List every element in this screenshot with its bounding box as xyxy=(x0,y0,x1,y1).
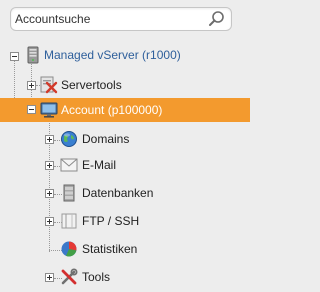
tree-node-label: Account (p100000) xyxy=(61,103,163,117)
tree-node-label: FTP / SSH xyxy=(82,214,140,228)
tree-node-label: Servertools xyxy=(61,78,122,92)
search-icon[interactable] xyxy=(208,10,226,28)
globe-icon xyxy=(61,131,77,147)
tree-node-label: Datenbanken xyxy=(82,186,154,200)
tree-node-label: Managed vServer (r1000) xyxy=(44,48,181,62)
collapse-toggle[interactable] xyxy=(27,105,36,114)
expand-toggle[interactable] xyxy=(45,273,54,282)
expand-toggle[interactable] xyxy=(45,217,54,226)
account-search xyxy=(10,7,232,31)
servertools-icon xyxy=(40,76,58,94)
tree-node-label: Domains xyxy=(82,132,130,146)
collapse-toggle[interactable] xyxy=(10,52,19,61)
tree-node-datenbanken[interactable]: Datenbanken xyxy=(60,182,180,204)
account-search-input[interactable] xyxy=(15,10,205,28)
tree-node-label: Tools xyxy=(82,270,111,284)
tree-node-ftp-ssh[interactable]: FTP / SSH xyxy=(60,210,180,232)
folder-icon xyxy=(61,213,77,229)
tools-icon xyxy=(61,268,78,285)
tree-node-statistiken[interactable]: Statistiken xyxy=(60,238,180,260)
expand-toggle[interactable] xyxy=(45,161,54,170)
pie-chart-icon xyxy=(61,241,77,257)
monitor-icon xyxy=(40,102,58,118)
server-icon xyxy=(27,46,39,64)
expand-toggle[interactable] xyxy=(27,81,36,90)
tree-line xyxy=(14,60,15,98)
tree-node-managed-vserver[interactable]: Managed vServer (r1000) xyxy=(24,44,234,66)
envelope-icon xyxy=(60,158,78,172)
database-icon xyxy=(63,184,75,202)
expand-toggle[interactable] xyxy=(45,135,54,144)
tree-node-servertools[interactable]: Servertools xyxy=(40,74,160,96)
tree-node-account[interactable]: Account (p100000) xyxy=(0,98,250,122)
tree-node-tools[interactable]: Tools xyxy=(60,266,180,288)
tree-node-label: E-Mail xyxy=(82,158,117,172)
tree-node-domains[interactable]: Domains xyxy=(60,128,180,150)
expand-toggle[interactable] xyxy=(45,189,54,198)
tree-node-email[interactable]: E-Mail xyxy=(60,154,180,176)
tree-node-label: Statistiken xyxy=(82,242,138,256)
